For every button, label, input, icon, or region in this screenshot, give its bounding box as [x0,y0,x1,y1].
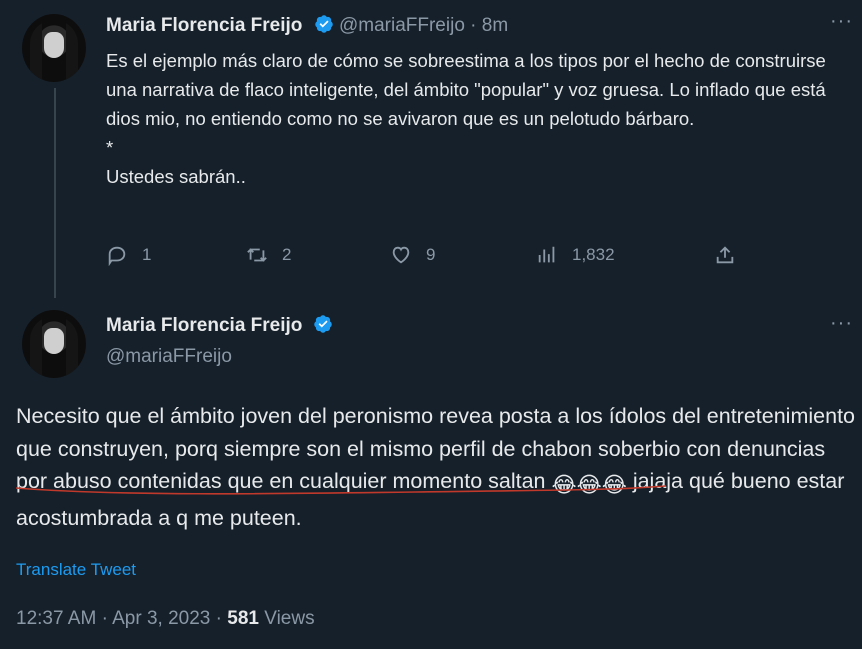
heart-icon [392,246,410,264]
author-name[interactable]: Maria Florencia Freijo [106,315,302,336]
tweet-header: Maria Florencia Freijo @mariaFFreijo · 8… [106,14,508,37]
avatar-face [44,328,64,354]
thread-line [54,88,56,298]
analytics-icon [538,246,555,263]
views-count: 1,832 [572,245,615,264]
like-button[interactable]: 9 [390,244,435,266]
views-count[interactable]: 581 [227,608,259,629]
share-icon [716,246,734,264]
separator: · [470,15,477,36]
more-icon[interactable]: ··· [830,312,853,335]
translate-link[interactable]: Translate Tweet [16,560,136,580]
highlight-underline [16,485,666,495]
like-count: 9 [426,245,436,264]
reply-icon [108,246,126,266]
tweet-time[interactable]: 8m [482,15,508,36]
verified-badge-icon [314,15,333,33]
more-icon[interactable]: ··· [830,10,853,33]
author-handle[interactable]: @mariaFFreijo [106,346,232,368]
verified-badge-icon [314,315,332,333]
tweet-date[interactable]: Apr 3, 2023 [112,608,210,629]
avatar-face [44,32,64,58]
tweet-header: Maria Florencia Freijo [106,314,333,337]
retweet-icon [247,248,267,262]
retweet-button[interactable]: 2 [246,244,291,266]
avatar[interactable] [22,310,86,378]
separator: · [101,608,108,629]
retweet-count: 2 [282,245,292,264]
avatar[interactable] [22,14,86,82]
tweet-text: Es el ejemplo más claro de cómo se sobre… [106,50,826,187]
separator: · [215,608,222,629]
views-label: Views [264,608,315,629]
views-button[interactable]: 1,832 [536,244,615,266]
tweet-actions: 1 2 9 1,832 [106,244,746,274]
author-name[interactable]: Maria Florencia Freijo [106,15,302,36]
author-handle[interactable]: @mariaFFreijo [339,15,465,36]
tweet-meta: 12:37 AM · Apr 3, 2023 · 581 Views [16,608,315,630]
reply-button[interactable]: 1 [106,244,151,266]
reply-count: 1 [142,245,152,264]
tweet-time[interactable]: 12:37 AM [16,608,96,629]
tweet-text: Necesito que el ámbito joven del peronis… [16,400,856,534]
share-button[interactable] [714,244,736,266]
